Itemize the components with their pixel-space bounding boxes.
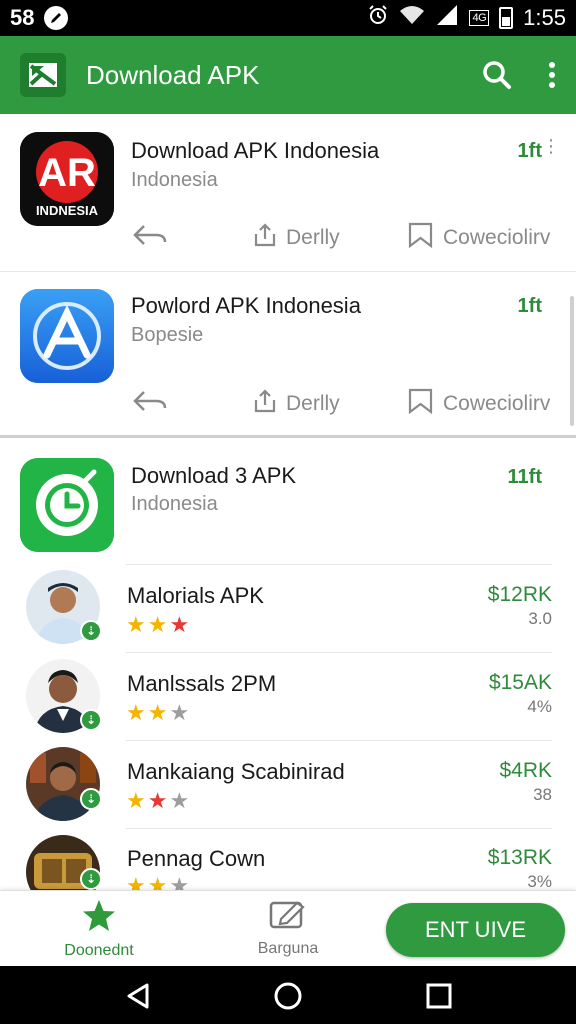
back-action-button[interactable] xyxy=(132,388,168,420)
list-item-rating: 4% xyxy=(527,697,552,716)
bookmark-label: Coweciolirv xyxy=(443,226,551,249)
share-label: Derlly xyxy=(286,226,340,249)
install-badge-icon: ⇣ xyxy=(80,709,102,731)
back-nav-icon[interactable] xyxy=(122,980,154,1012)
more-vert-icon[interactable]: ⋮ xyxy=(542,136,560,157)
rating-stars: ★ ★ ★ xyxy=(126,790,189,812)
star-icon: ★ xyxy=(126,612,146,637)
status-left-text: 58 xyxy=(10,5,35,30)
list-item-rating: 38 xyxy=(533,785,552,804)
bottom-bar: Doonednt Barguna ENT UIVE xyxy=(0,890,576,966)
tab-label: Doonednt xyxy=(64,942,134,959)
card-subtitle: Indonesia xyxy=(131,169,218,191)
app-title: Download APK xyxy=(86,59,260,90)
featured-card[interactable]: AR INDNESIA Download APK Indonesia Indon… xyxy=(0,114,576,272)
list-item[interactable]: ⇣ Malorials APK ★ ★ ★ $12RK 3.0 xyxy=(0,564,576,652)
recents-nav-icon[interactable] xyxy=(423,980,455,1012)
rating-stars: ★ ★ ★ xyxy=(126,614,189,636)
list-item-title: Manlssals 2PM xyxy=(127,671,277,696)
star-icon: ★ xyxy=(169,612,190,637)
share-action-button[interactable]: Derlly xyxy=(252,388,340,420)
star-icon: ★ xyxy=(147,788,168,813)
reply-icon xyxy=(132,388,168,420)
install-badge-icon: ⇣ xyxy=(80,620,102,642)
star-icon: ★ xyxy=(169,700,190,725)
share-icon xyxy=(252,222,278,254)
install-badge-icon: ⇣ xyxy=(80,868,102,890)
divider xyxy=(126,652,552,653)
tab-label: Barguna xyxy=(257,940,319,957)
star-icon: ★ xyxy=(126,788,146,813)
star-icon: ★ xyxy=(147,612,168,637)
divider xyxy=(126,564,552,565)
list-item-rating: 3% xyxy=(527,872,552,891)
app-icon-ar: AR INDNESIA xyxy=(20,132,114,226)
image-download-icon xyxy=(20,53,66,97)
bookmark-icon xyxy=(407,388,435,420)
tab-edit[interactable]: Barguna xyxy=(233,899,343,958)
list-item-rating: 3.0 xyxy=(528,609,552,628)
share-action-button[interactable]: Derlly xyxy=(252,222,340,254)
home-nav-icon[interactable] xyxy=(272,980,304,1012)
alarm-icon xyxy=(367,4,389,32)
network-type-label: 4G xyxy=(469,10,490,26)
section-price: 11ft xyxy=(507,466,542,488)
list-item-title: Mankaiang Scabinirad xyxy=(127,759,345,784)
section-subtitle: Indonesia xyxy=(131,493,218,515)
system-nav-bar xyxy=(0,966,576,1024)
install-badge-icon: ⇣ xyxy=(80,788,102,810)
list-item-title: Pennag Cown xyxy=(127,846,266,871)
featured-card[interactable]: Powlord APK Indonesia Bopesie 1ft Derlly… xyxy=(0,272,576,438)
list-item-price: $15AK xyxy=(488,671,552,694)
share-label: Derlly xyxy=(286,392,340,415)
card-title: Download APK Indonesia xyxy=(131,138,380,163)
app-section: Download 3 APK Indonesia 11ft ⇣ Malorial… xyxy=(0,444,576,909)
rating-stars: ★ ★ ★ xyxy=(126,702,189,724)
pen-icon xyxy=(44,6,69,30)
tab-downloads[interactable]: Doonednt xyxy=(44,899,154,960)
list-item-price: $4RK xyxy=(499,759,552,782)
app-bar: Download APK xyxy=(0,36,576,114)
bookmark-action-button[interactable]: Coweciolirv xyxy=(407,388,550,420)
list-item-price: $12RK xyxy=(487,583,552,606)
list-item[interactable]: ⇣ Mankaiang Scabinirad ★ ★ ★ $4RK 38 xyxy=(0,740,576,828)
divider xyxy=(126,740,552,741)
list-item-price: $13RK xyxy=(487,846,552,869)
primary-cta-button[interactable]: ENT UIVE xyxy=(386,903,565,957)
reply-icon xyxy=(132,222,168,254)
app-store-icon xyxy=(20,289,114,383)
star-icon xyxy=(81,899,117,938)
bookmark-icon xyxy=(407,222,435,254)
battery-icon xyxy=(499,7,514,29)
cell-signal-icon xyxy=(435,4,459,32)
star-icon: ★ xyxy=(169,788,190,813)
card-subtitle: Bopesie xyxy=(131,324,204,346)
back-action-button[interactable] xyxy=(132,222,168,254)
clock-app-icon[interactable] xyxy=(20,458,114,552)
app-icon-subtext: INDNESIA xyxy=(36,203,99,218)
status-bar: 58 4G 1:55 xyxy=(0,0,576,36)
list-item[interactable]: ⇣ Manlssals 2PM ★ ★ ★ $15AK 4% xyxy=(0,652,576,740)
star-icon: ★ xyxy=(126,700,146,725)
list-item-title: Malorials APK xyxy=(127,583,264,608)
search-icon[interactable] xyxy=(482,60,512,90)
card-price: 1ft xyxy=(517,295,542,317)
bookmark-label: Coweciolirv xyxy=(443,392,551,415)
more-vert-icon[interactable] xyxy=(548,61,556,89)
wifi-icon xyxy=(399,4,425,32)
card-price: 1ft xyxy=(517,140,542,162)
divider xyxy=(126,828,552,829)
app-icon-text: AR xyxy=(38,151,96,195)
bookmark-action-button[interactable]: Coweciolirv xyxy=(407,222,550,254)
card-title: Powlord APK Indonesia xyxy=(131,293,361,318)
share-icon xyxy=(252,388,278,420)
star-icon: ★ xyxy=(147,700,168,725)
edit-icon xyxy=(269,899,307,936)
section-title: Download 3 APK xyxy=(131,463,297,488)
status-time: 1:55 xyxy=(523,5,566,30)
